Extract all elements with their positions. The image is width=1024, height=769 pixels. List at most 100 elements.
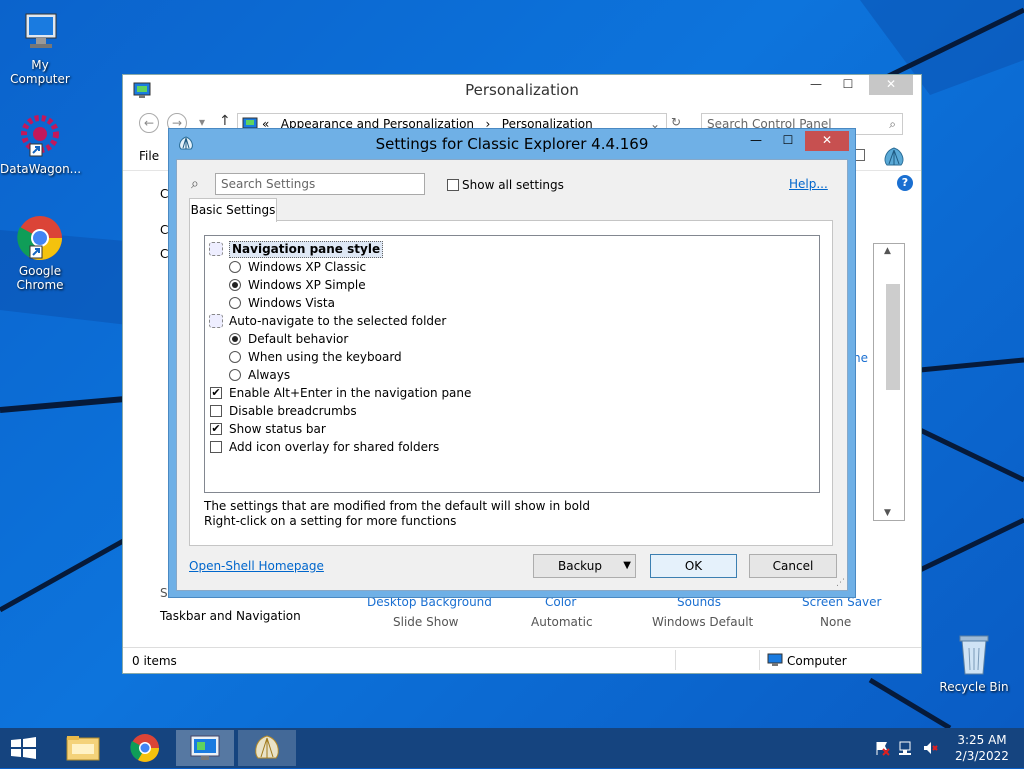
- setting-row[interactable]: Always: [205, 366, 819, 384]
- scroll-down-icon[interactable]: ▼: [884, 508, 891, 518]
- datawagon-icon[interactable]: DataWagon...: [0, 112, 81, 176]
- show-all-settings-checkbox[interactable]: [447, 179, 459, 191]
- scroll-thumb[interactable]: [886, 284, 900, 390]
- setting-row[interactable]: Windows XP Simple: [205, 276, 819, 294]
- show-all-settings-label: Show all settings: [462, 178, 564, 192]
- setting-row[interactable]: ✔ Show status bar: [205, 420, 819, 438]
- setting-radio[interactable]: [229, 297, 241, 309]
- setting-row[interactable]: Windows Vista: [205, 294, 819, 312]
- setting-radio[interactable]: [229, 279, 241, 291]
- cancel-button[interactable]: Cancel: [749, 554, 837, 578]
- search-icon: ⌕: [889, 117, 896, 131]
- setting-checkbox[interactable]: ✔: [210, 387, 222, 399]
- explorer-titlebar: Personalization — ☐ ✕: [123, 75, 921, 105]
- dialog-close-button[interactable]: ✕: [805, 131, 849, 151]
- search-icon: ⌕: [191, 176, 199, 192]
- back-button[interactable]: ←: [139, 113, 159, 133]
- recycle-bin-icon[interactable]: Recycle Bin: [934, 630, 1014, 694]
- ok-button[interactable]: OK: [650, 554, 737, 578]
- screen-saver-value: None: [820, 615, 852, 629]
- taskbar-classic-explorer-settings[interactable]: [238, 730, 296, 766]
- volume-muted-icon[interactable]: [922, 740, 938, 756]
- setting-radio[interactable]: [229, 333, 241, 345]
- theme-list-scrollbar[interactable]: ▲ ▼: [873, 243, 905, 521]
- setting-row[interactable]: Disable breadcrumbs: [205, 402, 819, 420]
- desktop-background-value: Slide Show: [393, 615, 459, 629]
- help-icon[interactable]: ?: [897, 175, 913, 191]
- setting-label: Windows Vista: [248, 296, 335, 310]
- recent-dropdown-icon[interactable]: ▾: [199, 115, 205, 129]
- setting-row[interactable]: When using the keyboard: [205, 348, 819, 366]
- tab-basic-settings-label: Basic Settings: [190, 203, 276, 217]
- settings-group-icon: [209, 314, 223, 328]
- backup-button[interactable]: Backup ▼: [533, 554, 636, 578]
- setting-checkbox[interactable]: [210, 441, 222, 453]
- ok-label: OK: [684, 559, 703, 573]
- start-button[interactable]: [0, 730, 46, 766]
- clock-time: 3:25 AM: [957, 733, 1007, 747]
- classic-explorer-settings-dialog: Settings for Classic Explorer 4.4.169 — …: [168, 128, 856, 598]
- tab-basic-settings[interactable]: Basic Settings: [189, 198, 277, 222]
- windows-logo-icon: [11, 737, 36, 759]
- setting-row[interactable]: ✔ Enable Alt+Enter in the navigation pane: [205, 384, 819, 402]
- settings-search-input[interactable]: Search Settings: [215, 173, 425, 195]
- clock-date: 2/3/2022: [955, 749, 1009, 763]
- google-chrome-icon[interactable]: Google Chrome: [0, 214, 80, 292]
- network-icon[interactable]: [898, 740, 914, 756]
- setting-row[interactable]: Default behavior: [205, 330, 819, 348]
- setting-label: Disable breadcrumbs: [229, 404, 357, 418]
- setting-row[interactable]: Navigation pane style: [205, 240, 819, 258]
- clock[interactable]: 3:25 AM 2/3/2022: [950, 732, 1014, 764]
- desktop: My Computer DataWagon... Google Chrome R…: [0, 0, 1024, 728]
- scroll-up-icon[interactable]: ▲: [884, 246, 891, 256]
- taskbar: 3:25 AM 2/3/2022: [0, 728, 1024, 768]
- my-computer-icon[interactable]: My Computer: [0, 8, 80, 86]
- setting-label: Always: [248, 368, 291, 382]
- color-value: Automatic: [531, 615, 593, 629]
- control-panel-icon: [133, 82, 151, 98]
- refresh-icon[interactable]: ↻: [671, 115, 681, 129]
- dialog-title: Settings for Classic Explorer 4.4.169: [375, 135, 649, 153]
- shell-icon: [255, 735, 279, 759]
- shell-icon[interactable]: [881, 145, 907, 169]
- setting-label: Default behavior: [248, 332, 349, 346]
- setting-row[interactable]: Auto-navigate to the selected folder: [205, 312, 819, 330]
- settings-tree[interactable]: Navigation pane style Windows XP Classic W…: [204, 235, 820, 493]
- taskbar-file-explorer[interactable]: [54, 730, 112, 766]
- status-items: 0 items: [132, 654, 177, 668]
- my-computer-label: My Computer: [10, 58, 70, 86]
- setting-checkbox[interactable]: ✔: [210, 423, 222, 435]
- hint-line-2: Right-click on a setting for more functi…: [204, 514, 457, 528]
- explorer-title: Personalization: [465, 81, 579, 99]
- dialog-minimize-button[interactable]: —: [741, 131, 771, 151]
- backup-label: Backup: [558, 559, 602, 573]
- recycle-bin-label: Recycle Bin: [939, 680, 1009, 694]
- setting-row[interactable]: Windows XP Classic: [205, 258, 819, 276]
- tab-panel: Navigation pane style Windows XP Classic W…: [189, 220, 833, 546]
- setting-radio[interactable]: [229, 261, 241, 273]
- maximize-button[interactable]: ☐: [833, 75, 863, 95]
- menu-file[interactable]: File: [139, 149, 159, 163]
- close-button[interactable]: ✕: [869, 75, 913, 95]
- setting-label: When using the keyboard: [248, 350, 402, 364]
- up-button[interactable]: ↑: [219, 113, 231, 129]
- taskbar-control-panel[interactable]: [176, 730, 234, 766]
- action-center-flag-icon[interactable]: [874, 740, 890, 756]
- setting-checkbox[interactable]: [210, 405, 222, 417]
- setting-radio[interactable]: [229, 369, 241, 381]
- sounds-value: Windows Default: [652, 615, 754, 629]
- shell-icon: [179, 136, 193, 150]
- setting-row[interactable]: Add icon overlay for shared folders: [205, 438, 819, 456]
- chrome-icon: [130, 734, 159, 762]
- minimize-button[interactable]: —: [801, 75, 831, 95]
- setting-label: Show status bar: [229, 422, 326, 436]
- setting-label: Windows XP Simple: [248, 278, 366, 292]
- setting-radio[interactable]: [229, 351, 241, 363]
- dialog-maximize-button[interactable]: ☐: [773, 131, 803, 151]
- taskbar-chrome[interactable]: [116, 730, 174, 766]
- dialog-client: ⌕ Search Settings Show all settings Help…: [176, 159, 848, 591]
- help-link[interactable]: Help...: [789, 177, 828, 191]
- resize-grip[interactable]: ⋰: [836, 578, 845, 588]
- open-shell-homepage-link[interactable]: Open-Shell Homepage: [189, 559, 324, 573]
- taskbar-navigation-link[interactable]: Taskbar and Navigation: [160, 607, 301, 625]
